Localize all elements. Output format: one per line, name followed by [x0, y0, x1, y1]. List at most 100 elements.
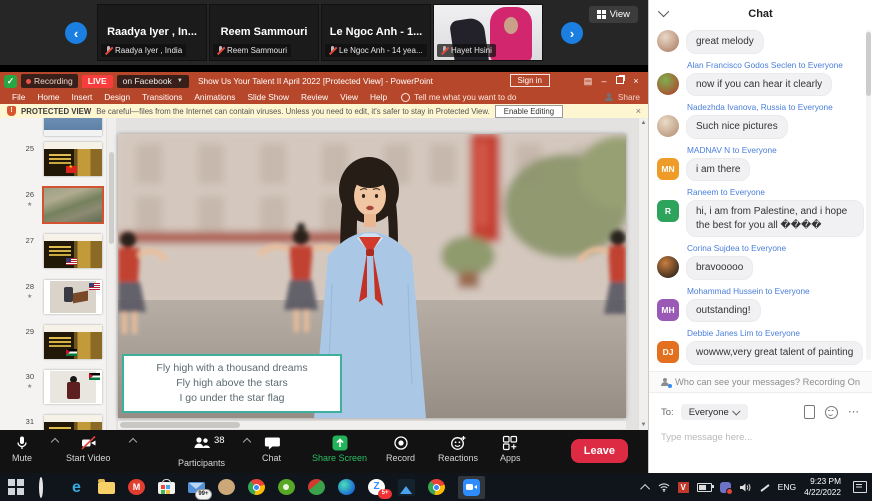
share-screen-button[interactable]: Share Screen: [312, 435, 367, 463]
ribbon-tab-home[interactable]: Home: [31, 92, 65, 102]
windows-taskbar: e M 99+ Z 5+ V ENG 9:23 PM 4/22/2022: [0, 473, 872, 501]
chat-button[interactable]: Chat: [262, 435, 281, 463]
pen-tray-icon[interactable]: [759, 482, 770, 493]
show-hidden-icons-chevron[interactable]: [639, 483, 650, 494]
photos-app-icon[interactable]: [398, 478, 415, 496]
current-slide[interactable]: Fly high with a thousand dreams Fly high…: [118, 134, 626, 418]
battery-icon[interactable]: [696, 482, 714, 492]
tell-me-box[interactable]: Tell me what you want to do: [401, 92, 516, 102]
chrome-icon[interactable]: [248, 479, 265, 495]
record-button[interactable]: Record: [386, 435, 415, 463]
slide-thumbnail[interactable]: [44, 370, 102, 404]
participants-button[interactable]: 38 Participants: [178, 435, 252, 468]
share-button[interactable]: Share: [604, 92, 640, 102]
chevron-down-icon: [731, 407, 741, 416]
muted-mic-icon: [104, 46, 114, 55]
chat-message: Debbie Janes Lim to Everyone DJ wowww,ve…: [657, 328, 864, 365]
leave-button[interactable]: Leave: [570, 439, 628, 463]
recipient-dropdown[interactable]: Everyone: [680, 404, 748, 420]
next-participants-button[interactable]: ›: [561, 22, 583, 44]
mail-icon[interactable]: 99+: [188, 479, 212, 500]
volume-icon[interactable]: [739, 482, 751, 493]
emoji-icon[interactable]: [825, 405, 838, 419]
teams-tray-icon[interactable]: [719, 481, 733, 495]
view-button[interactable]: View: [588, 6, 638, 23]
animation-star-icon: ★: [27, 384, 33, 390]
ribbon-tab-insert[interactable]: Insert: [66, 92, 99, 102]
ribbon-tab-transitions[interactable]: Transitions: [136, 92, 188, 102]
slide-thumbnail-row: ★: [0, 118, 106, 142]
chat-scrollbar[interactable]: [866, 30, 871, 360]
participant-tile-video[interactable]: Hayet Hsini: [433, 4, 543, 61]
v-live-tray-icon[interactable]: V: [677, 481, 689, 493]
recording-notice[interactable]: Who can see your messages? Recording On: [649, 371, 872, 393]
edge-legacy-icon[interactable]: e: [68, 479, 85, 496]
green-app-icon[interactable]: [278, 479, 295, 495]
dismiss-protected-view-icon[interactable]: ×: [636, 106, 641, 116]
mute-button[interactable]: Mute: [12, 435, 60, 463]
steam-icon[interactable]: [218, 479, 235, 495]
close-button[interactable]: ×: [628, 72, 644, 90]
facebook-stream-selector[interactable]: on Facebook ▼: [116, 74, 189, 88]
gmail-icon[interactable]: M: [128, 479, 145, 495]
powerpoint-editor: ★ 25 ★ 26 ★ 27 ★ 28 ★ 29 ★ 30 ★ 31 ★: [0, 118, 648, 430]
wifi-icon[interactable]: [658, 482, 670, 492]
ribbon-tab-help[interactable]: Help: [364, 92, 393, 102]
avatar: R: [657, 200, 679, 222]
thumbnail-scrollbar[interactable]: [106, 118, 116, 430]
participant-tile[interactable]: Le Ngoc Anh - 1... Le Ngoc Anh - 14 yea.…: [321, 4, 431, 61]
zoom-meeting-taskbar-item[interactable]: [458, 475, 485, 499]
slide-thumbnail-panel: ★ 25 ★ 26 ★ 27 ★ 28 ★ 29 ★ 30 ★ 31 ★: [0, 118, 106, 430]
clock[interactable]: 9:23 PM 4/22/2022: [804, 476, 841, 498]
language-indicator[interactable]: ENG: [778, 482, 796, 492]
chat-message-text: great melody: [686, 30, 764, 54]
video-options-chevron[interactable]: [128, 437, 138, 447]
slide-thumbnail[interactable]: [44, 118, 102, 136]
vertical-scrollbar[interactable]: ▲ ▼: [638, 118, 648, 430]
chat-message-sender: Corina Sujdea to Everyone: [687, 243, 787, 253]
protected-view-message: Be careful—files from the Internet can c…: [96, 106, 490, 116]
parrot-app-icon[interactable]: [308, 479, 325, 495]
horizontal-scrollbar[interactable]: [118, 421, 626, 429]
enable-editing-button[interactable]: Enable Editing: [494, 104, 564, 118]
ribbon-tab-file[interactable]: File: [6, 92, 31, 102]
chrome-profile-icon[interactable]: [428, 479, 445, 495]
start-video-button[interactable]: Start Video: [66, 435, 138, 463]
lyric-line: I go under the star flag: [179, 392, 285, 405]
start-button[interactable]: [8, 478, 25, 496]
message-input[interactable]: Type message here...: [661, 432, 860, 443]
slide-thumbnail[interactable]: [44, 142, 102, 176]
chat-message-text: wowww,very great talent of painting: [686, 341, 864, 365]
ribbon-tab-view[interactable]: View: [334, 92, 364, 102]
more-options-icon[interactable]: ⋯: [848, 407, 860, 418]
ribbon-tab-slide-show[interactable]: Slide Show: [241, 92, 295, 102]
action-center-icon[interactable]: [853, 481, 867, 493]
slide-thumbnail[interactable]: [44, 280, 102, 314]
attach-file-icon[interactable]: [804, 405, 815, 419]
participant-tile[interactable]: Raadya Iyer , In... Raadya Iyer , India: [97, 4, 207, 61]
slide-thumbnail[interactable]: [42, 186, 104, 224]
ribbon-tab-animations[interactable]: Animations: [188, 92, 241, 102]
file-explorer-icon[interactable]: [98, 478, 115, 496]
slide-thumbnail[interactable]: [44, 234, 102, 268]
zoom-app-icon[interactable]: Z 5+: [368, 479, 392, 499]
sign-in-button[interactable]: Sign in: [509, 74, 550, 87]
reactions-button[interactable]: Reactions: [438, 435, 478, 463]
ribbon-tab-design[interactable]: Design: [98, 92, 136, 102]
slide-thumbnail[interactable]: [44, 325, 102, 359]
collapse-chat-icon[interactable]: [657, 5, 670, 18]
participants-options-chevron[interactable]: [242, 437, 252, 447]
participant-tile[interactable]: Reem Sammouri Reem Sammouri: [209, 4, 319, 61]
edge-icon[interactable]: [338, 479, 355, 495]
restore-button[interactable]: [612, 72, 628, 90]
apps-button[interactable]: Apps: [500, 435, 521, 463]
ribbon-options-button[interactable]: ▤: [580, 72, 596, 90]
cortana-icon[interactable]: [38, 476, 55, 498]
ribbon-tab-review[interactable]: Review: [295, 92, 334, 102]
previous-participants-button[interactable]: ‹: [65, 22, 87, 44]
store-icon[interactable]: [158, 478, 175, 496]
mute-options-chevron[interactable]: [50, 437, 60, 447]
minimize-button[interactable]: –: [596, 72, 612, 90]
slide-thumbnail[interactable]: [44, 415, 102, 430]
chat-message-text: bravooooo: [686, 256, 754, 280]
